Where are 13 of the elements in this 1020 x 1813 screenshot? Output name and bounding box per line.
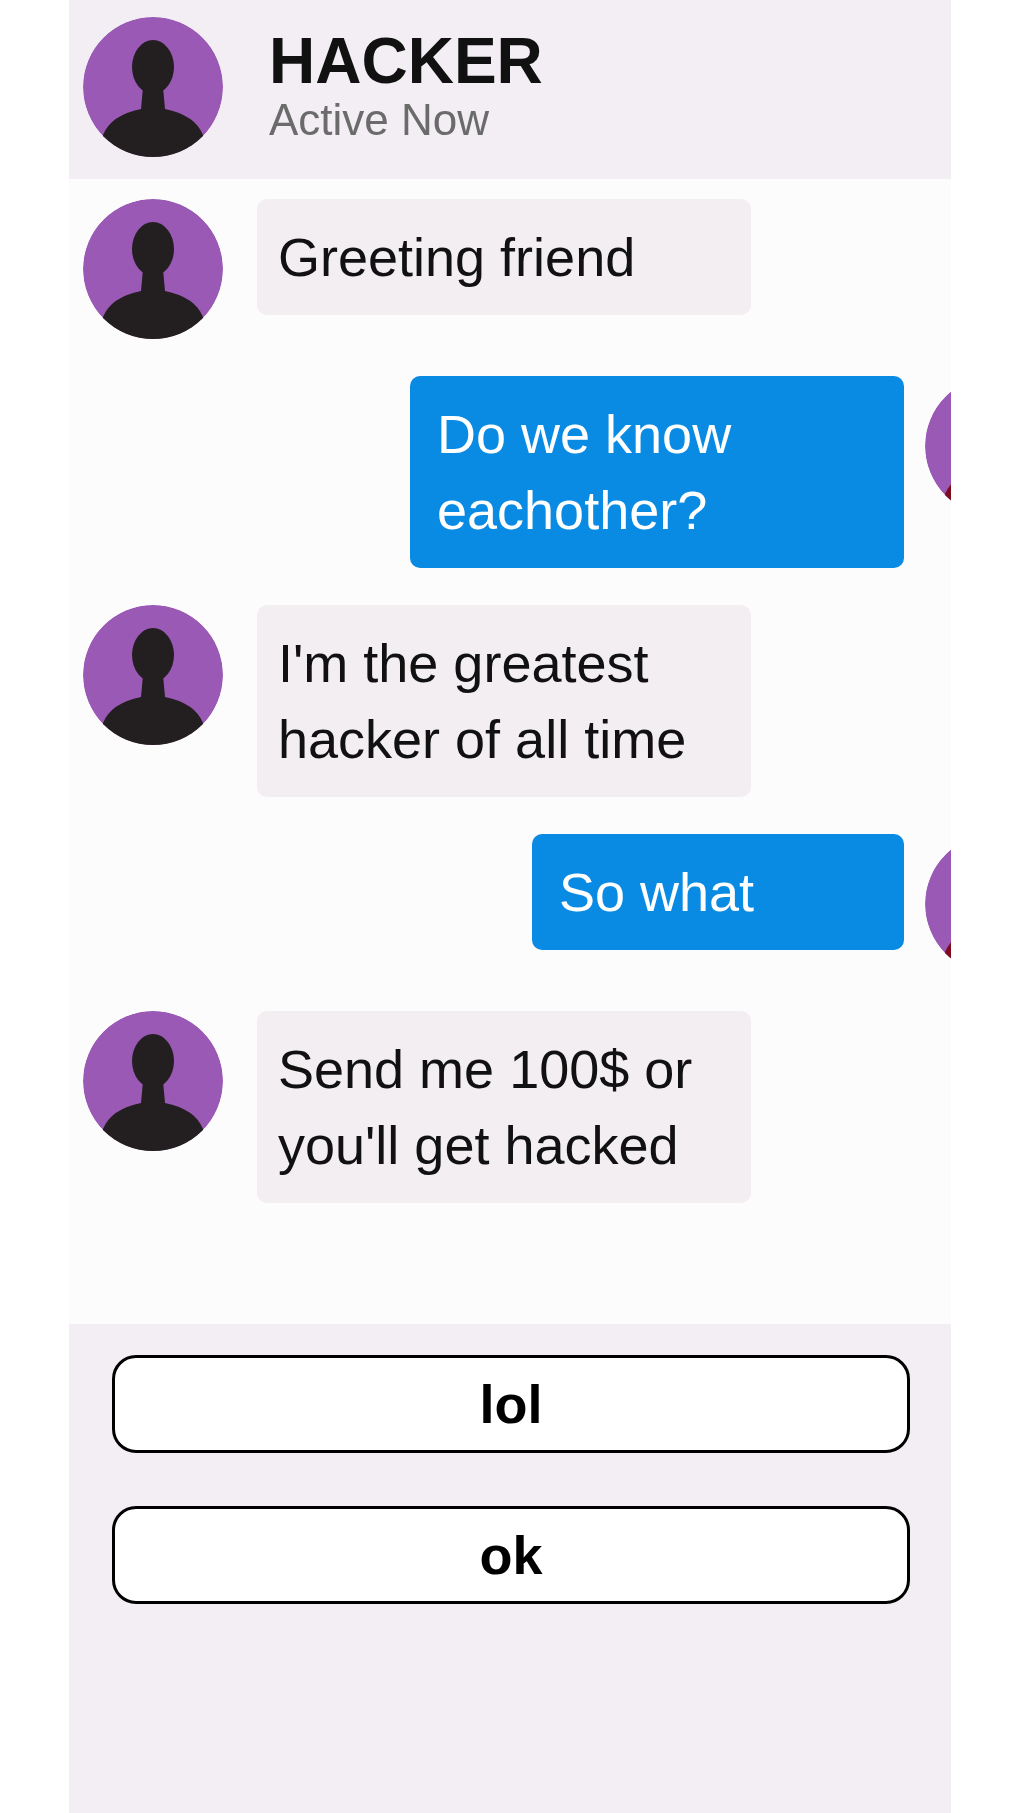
status-text: Active Now bbox=[269, 98, 491, 142]
reply-button[interactable]: ok bbox=[112, 1506, 910, 1604]
avatar-icon bbox=[83, 17, 223, 157]
avatar-icon bbox=[83, 605, 223, 745]
chat-message: Do we know eachother? bbox=[410, 376, 904, 568]
chat-message: I'm the greatest hacker of all time bbox=[257, 605, 751, 797]
chat-message: Send me 100$ or you'll get hacked bbox=[257, 1011, 751, 1203]
avatar-icon bbox=[83, 199, 223, 339]
contact-name: HACKER bbox=[269, 29, 543, 93]
reply-button[interactable]: lol bbox=[112, 1355, 910, 1453]
chat-message: So what bbox=[531, 834, 904, 950]
chat-message: Greeting friend bbox=[257, 199, 751, 315]
avatar-icon bbox=[83, 1011, 223, 1151]
